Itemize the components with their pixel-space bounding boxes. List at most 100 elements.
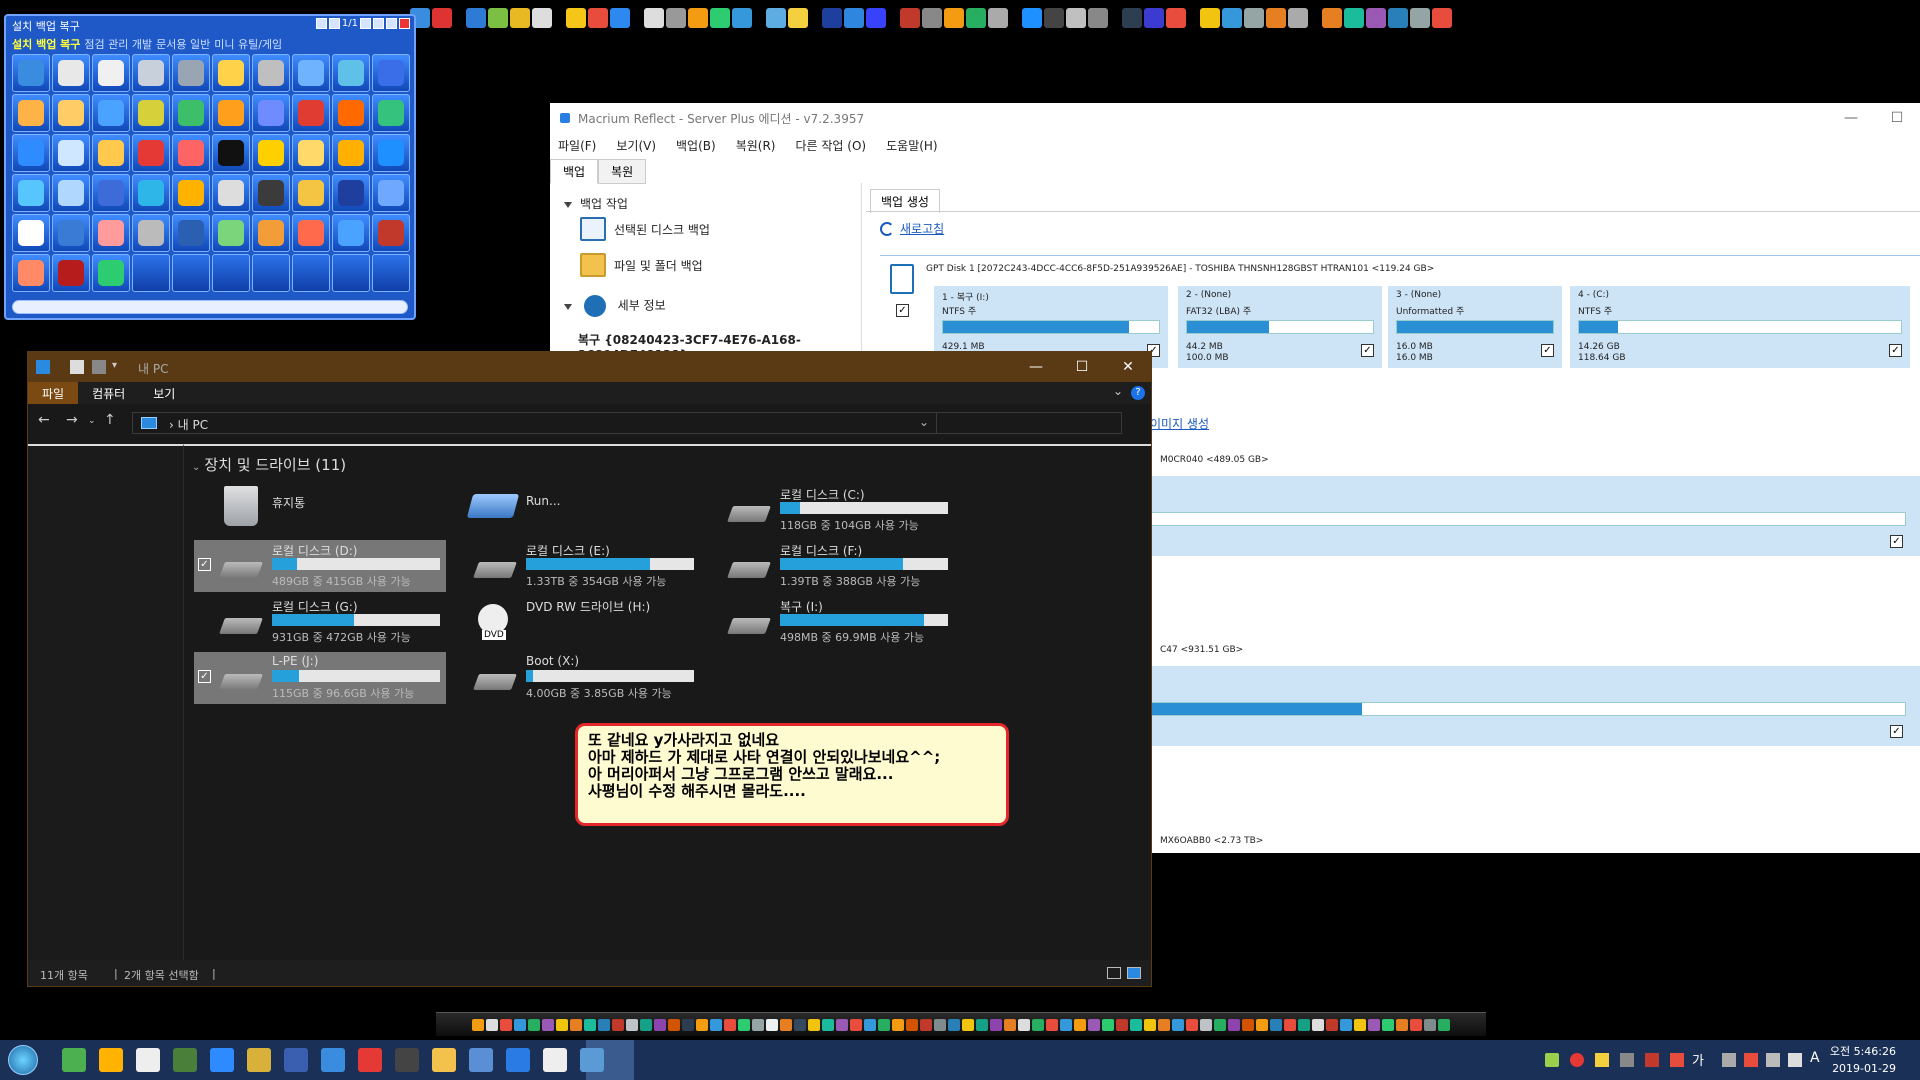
launcher-app-button[interactable] <box>52 54 90 92</box>
dock-app-icon[interactable] <box>1410 1018 1422 1031</box>
dock-app-icon[interactable] <box>472 1018 484 1031</box>
launcher-app-button[interactable] <box>212 94 250 132</box>
quicklaunch-app-icon[interactable] <box>1222 8 1242 28</box>
tray-app-icon[interactable] <box>1645 1053 1659 1067</box>
quicklaunch-app-icon[interactable] <box>1366 8 1386 28</box>
quicklaunch-app-icon[interactable] <box>644 8 664 28</box>
quicklaunch-app-icon[interactable] <box>510 8 530 28</box>
last-page-button[interactable] <box>373 18 384 29</box>
dock-app-icon[interactable] <box>794 1018 806 1031</box>
launcher-app-button[interactable] <box>92 214 130 252</box>
drive-checkbox[interactable]: ✓ <box>198 670 211 683</box>
quicklaunch-app-icon[interactable] <box>688 8 708 28</box>
drive-item[interactable]: 로컬 디스크 (F:) 1.39TB 중 388GB 사용 가능 <box>702 540 954 592</box>
dock-app-icon[interactable] <box>1214 1018 1226 1031</box>
refresh-link[interactable]: 새로고침 <box>880 220 944 237</box>
dock-app-icon[interactable] <box>906 1018 918 1031</box>
launcher-app-button[interactable] <box>212 214 250 252</box>
launcher-app-button[interactable] <box>172 174 210 212</box>
maximize-button[interactable]: ☐ <box>1059 352 1105 382</box>
dock-app-icon[interactable] <box>668 1018 680 1031</box>
disk2-checkbox[interactable]: ✓ <box>1890 535 1903 548</box>
quicklaunch-app-icon[interactable] <box>1200 8 1220 28</box>
launcher-tab-install[interactable]: 설치 백업 복구 <box>12 36 80 52</box>
ime-korean[interactable]: 가 <box>1692 1050 1704 1069</box>
dock-app-icon[interactable] <box>1130 1018 1142 1031</box>
dock-app-icon[interactable] <box>626 1018 638 1031</box>
dock-app-icon[interactable] <box>1396 1018 1408 1031</box>
maximize-button[interactable]: ☐ <box>1874 103 1920 133</box>
dock-app-icon[interactable] <box>1046 1018 1058 1031</box>
dock-app-icon[interactable] <box>1102 1018 1114 1031</box>
dock-app-icon[interactable] <box>822 1018 834 1031</box>
backup-files-folders-item[interactable]: 파일 및 폴더 백업 <box>580 253 703 277</box>
quicklaunch-app-icon[interactable] <box>822 8 842 28</box>
dock-app-icon[interactable] <box>724 1018 736 1031</box>
dock-app-icon[interactable] <box>1354 1018 1366 1031</box>
drive-checkbox[interactable]: ✓ <box>198 558 211 571</box>
drive-item[interactable]: 로컬 디스크 (G:) 931GB 중 472GB 사용 가능 <box>194 596 446 648</box>
dock-app-icon[interactable] <box>682 1018 694 1031</box>
dock-app-icon[interactable] <box>1060 1018 1072 1031</box>
drive-item[interactable]: Boot (X:) 4.00GB 중 3.85GB 사용 가능 <box>448 652 700 704</box>
address-dropdown-icon[interactable]: ⌄ <box>919 415 929 429</box>
menu-restore[interactable]: 복원(R) <box>736 137 776 154</box>
launcher-app-button[interactable] <box>12 254 50 292</box>
tray-network-icon[interactable] <box>1570 1053 1584 1067</box>
dock-app-icon[interactable] <box>528 1018 540 1031</box>
launcher-app-button[interactable] <box>292 254 330 292</box>
dock-app-icon[interactable] <box>1004 1018 1016 1031</box>
quicklaunch-app-icon[interactable] <box>866 8 886 28</box>
dock-app-icon[interactable] <box>1032 1018 1044 1031</box>
launcher-app-button[interactable] <box>92 174 130 212</box>
forward-arrow-icon[interactable]: → <box>66 412 78 428</box>
ribbon-tab-file[interactable]: 파일 <box>28 382 79 404</box>
partition-block[interactable]: 2 - (None) FAT32 (LBA) 주 44.2 MB 100.0 MB ✓ <box>1178 286 1382 368</box>
dock-app-icon[interactable] <box>654 1018 666 1031</box>
launcher-app-button[interactable] <box>12 134 50 172</box>
quicklaunch-app-icon[interactable] <box>922 8 942 28</box>
dock-app-icon[interactable] <box>1088 1018 1100 1031</box>
quicklaunch-app-icon[interactable] <box>844 8 864 28</box>
quicklaunch-app-icon[interactable] <box>900 8 920 28</box>
quicklaunch-app-icon[interactable] <box>666 8 686 28</box>
large-icons-view-icon[interactable] <box>1127 967 1141 979</box>
launcher-app-button[interactable] <box>92 254 130 292</box>
partition-block[interactable]: 3 - (None) Unformatted 주 16.0 MB 16.0 MB ✓ <box>1388 286 1562 368</box>
dock-app-icon[interactable] <box>878 1018 890 1031</box>
launcher-app-button[interactable] <box>332 254 370 292</box>
dock-app-icon[interactable] <box>1382 1018 1394 1031</box>
dock-app-icon[interactable] <box>990 1018 1002 1031</box>
menu-file[interactable]: 파일(F) <box>558 137 596 154</box>
address-box[interactable]: › 내 PC ⌄ ↻ <box>132 412 954 434</box>
details-view-icon[interactable] <box>1107 967 1121 979</box>
launcher-app-button[interactable] <box>132 174 170 212</box>
drive-item[interactable]: 로컬 디스크 (E:) 1.33TB 중 354GB 사용 가능 <box>448 540 700 592</box>
quicklaunch-app-icon[interactable] <box>732 8 752 28</box>
prev-page-button[interactable] <box>315 18 327 29</box>
launcher-app-button[interactable] <box>292 214 330 252</box>
quicklaunch-app-icon[interactable] <box>488 8 508 28</box>
group-header[interactable]: ⌄ 장치 및 드라이브 (11) <box>192 454 346 475</box>
dock-app-icon[interactable] <box>584 1018 596 1031</box>
launcher-app-button[interactable] <box>372 54 410 92</box>
dock-app-icon[interactable] <box>598 1018 610 1031</box>
dock-app-icon[interactable] <box>976 1018 988 1031</box>
create-image-link[interactable]: 이미지 생성 <box>1150 415 1209 432</box>
dock-app-icon[interactable] <box>570 1018 582 1031</box>
taskbar-app-archive-icon[interactable] <box>247 1048 271 1072</box>
dock-app-icon[interactable] <box>1158 1018 1170 1031</box>
taskbar-app-paint-icon[interactable] <box>99 1048 123 1072</box>
drive-item[interactable]: Run... <box>448 484 700 536</box>
launcher-app-button[interactable] <box>332 94 370 132</box>
quicklaunch-app-icon[interactable] <box>588 8 608 28</box>
taskbar-app-cmd-icon[interactable] <box>395 1048 419 1072</box>
dock-app-icon[interactable] <box>962 1018 974 1031</box>
dock-app-icon[interactable] <box>892 1018 904 1031</box>
quicklaunch-app-icon[interactable] <box>610 8 630 28</box>
dock-app-icon[interactable] <box>1144 1018 1156 1031</box>
launcher-app-button[interactable] <box>132 254 170 292</box>
dock-app-icon[interactable] <box>1424 1018 1436 1031</box>
menu-other-tasks[interactable]: 다른 작업 (O) <box>796 137 867 154</box>
qat-dropdown-icon[interactable]: ▾ <box>112 360 126 374</box>
